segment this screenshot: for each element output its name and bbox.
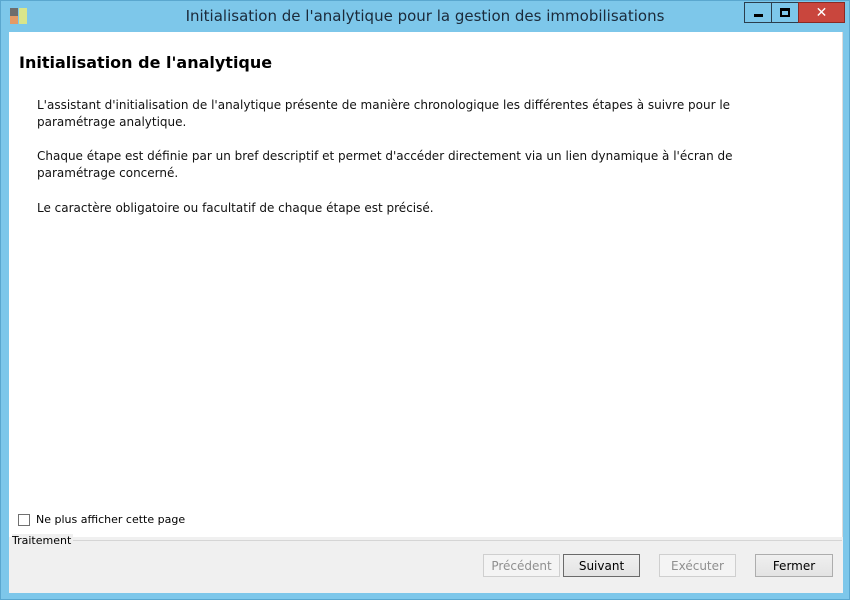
window-title: Initialisation de l'analytique pour la g… [185, 7, 665, 25]
wizard-client-area: Initialisation de l'analytique L'assista… [9, 32, 843, 593]
close-window-button[interactable]: ✕ [798, 2, 845, 23]
title-bar[interactable]: Initialisation de l'analytique pour la g… [1, 1, 849, 31]
close-icon: ✕ [815, 4, 828, 21]
close-button[interactable]: Fermer [755, 554, 833, 577]
execute-button[interactable]: Exécuter [659, 554, 736, 577]
next-button[interactable]: Suivant [563, 554, 640, 577]
page-title: Initialisation de l'analytique [19, 53, 273, 72]
previous-button[interactable]: Précédent [483, 554, 560, 577]
intro-paragraph-1: L'assistant d'initialisation de l'analyt… [37, 98, 731, 129]
dont-show-again-option[interactable]: Ne plus afficher cette page [18, 513, 185, 526]
minimize-button[interactable] [744, 2, 772, 23]
minimize-icon [753, 14, 763, 17]
dont-show-again-label[interactable]: Ne plus afficher cette page [36, 513, 185, 526]
maximize-button[interactable] [771, 2, 799, 23]
processing-group-divider [64, 540, 842, 541]
wizard-window: Initialisation de l'analytique pour la g… [0, 0, 850, 600]
content-panel: Initialisation de l'analytique L'assista… [9, 32, 843, 537]
intro-paragraph-3: Le caractère obligatoire ou facultatif d… [37, 201, 434, 215]
processing-group-label: Traitement [12, 534, 74, 547]
maximize-icon [780, 8, 790, 17]
dont-show-again-checkbox[interactable] [18, 513, 30, 526]
intro-paragraph-2: Chaque étape est définie par un bref des… [37, 149, 733, 180]
